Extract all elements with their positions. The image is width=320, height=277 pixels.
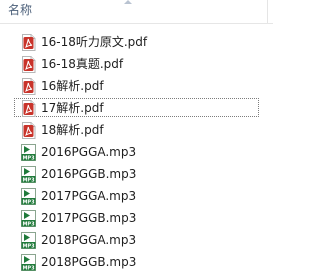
mp3-file-icon: MP3 [21,144,36,162]
file-row[interactable]: MP3 2017PGGA.mp3 [14,186,259,206]
column-header-bar: 名称 [0,0,273,24]
file-name: 2018PGGB.mp3 [41,255,137,269]
mp3-file-icon: MP3 [21,188,36,206]
svg-text:MP3: MP3 [22,156,35,161]
pdf-file-icon [21,78,36,95]
sort-ascending-icon [124,0,132,4]
file-name: 17解析.pdf [41,101,104,115]
file-row[interactable]: MP3 2017PGGB.mp3 [14,208,259,228]
file-row[interactable]: MP3 2016PGGA.mp3 [14,142,259,162]
pdf-file-icon [21,122,36,139]
svg-text:MP3: MP3 [22,178,35,183]
svg-text:MP3: MP3 [22,244,35,249]
column-divider[interactable] [267,0,268,23]
file-name: 2017PGGA.mp3 [41,189,137,203]
name-column-label: 名称 [8,3,33,17]
mp3-file-icon: MP3 [21,210,36,228]
file-row[interactable]: MP3 2018PGGB.mp3 [14,252,259,272]
file-row[interactable]: 18解析.pdf [14,120,259,139]
file-row[interactable]: 16解析.pdf [14,76,259,95]
file-name: 2017PGGB.mp3 [41,211,137,225]
pdf-file-icon [21,100,36,117]
mp3-file-icon: MP3 [21,232,36,250]
file-name: 18解析.pdf [41,123,104,137]
file-name: 2018PGGA.mp3 [41,233,137,247]
file-row[interactable]: MP3 2016PGGB.mp3 [14,164,259,184]
pdf-file-icon [21,34,36,51]
file-name: 16解析.pdf [41,79,104,93]
file-name: 2016PGGA.mp3 [41,145,137,159]
mp3-file-icon: MP3 [21,166,36,184]
svg-text:MP3: MP3 [22,200,35,205]
file-row[interactable]: MP3 2018PGGA.mp3 [14,230,259,250]
name-column-header[interactable]: 名称 [0,0,268,23]
file-name: 16-18真题.pdf [41,57,124,71]
file-row[interactable]: 17解析.pdf [14,98,259,117]
file-name: 16-18听力原文.pdf [41,35,148,49]
file-row[interactable]: 16-18真题.pdf [14,54,259,73]
file-name: 2016PGGB.mp3 [41,167,137,181]
svg-text:MP3: MP3 [22,266,35,271]
file-row[interactable]: 16-18听力原文.pdf [14,32,259,51]
svg-text:MP3: MP3 [22,222,35,227]
pdf-file-icon [21,56,36,73]
mp3-file-icon: MP3 [21,254,36,272]
